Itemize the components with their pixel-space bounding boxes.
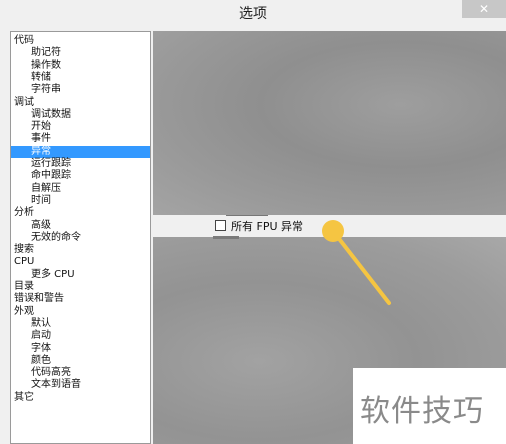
annotation-pointer-line (331, 229, 391, 305)
watermark-logo: 软件技巧 (360, 394, 484, 429)
annotation-pointer-dot (322, 220, 344, 242)
